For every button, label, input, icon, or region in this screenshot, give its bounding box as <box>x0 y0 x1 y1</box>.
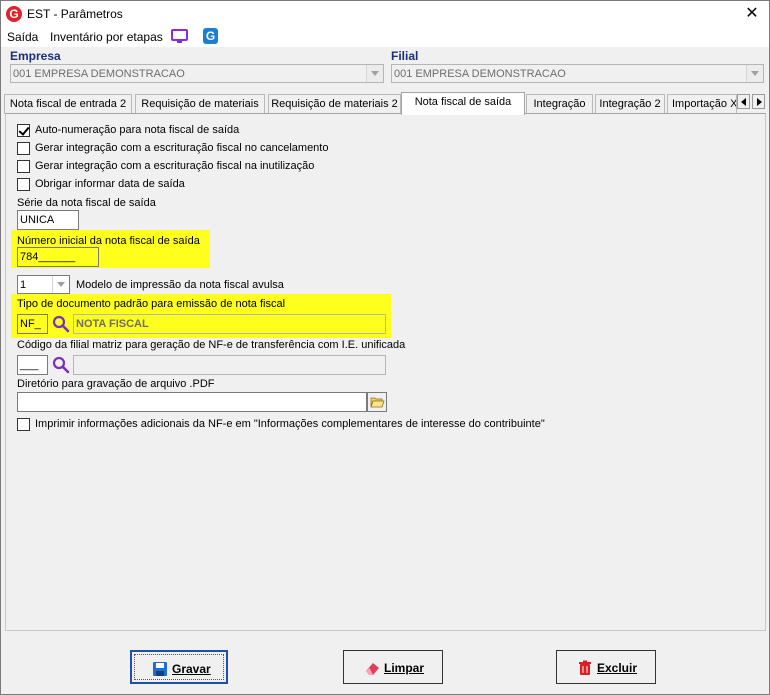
codigo-filial-description <box>73 355 386 375</box>
menu-bar: Saída Inventário por etapas G <box>1 27 769 47</box>
menu-saida[interactable]: Saída <box>7 30 38 44</box>
tab-strip: Nota fiscal de entrada 2 Requisição de m… <box>4 92 767 115</box>
tab-nota-fiscal-entrada-2[interactable]: Nota fiscal de entrada 2 <box>4 94 132 114</box>
tab-content-panel: Auto-numeração para nota fiscal de saída… <box>5 113 766 631</box>
checkbox-label: Gerar integração com a escrituração fisc… <box>35 142 329 154</box>
app-logo-icon: G <box>6 6 22 22</box>
tipo-documento-label: Tipo de documento padrão para emissão de… <box>17 298 286 310</box>
modelo-value: 1 <box>20 279 27 291</box>
checkbox-box[interactable] <box>17 124 30 137</box>
tab-importacao[interactable]: Importação X <box>667 94 737 114</box>
filial-label: Filial <box>391 49 419 63</box>
checkbox-label: Gerar integração com a escrituração fisc… <box>35 160 315 172</box>
main-window: G EST - Parâmetros ✕ Saída Inventário po… <box>0 0 770 695</box>
filial-select[interactable]: 001 EMPRESA DEMONSTRACAO <box>391 64 764 83</box>
title-bar: G EST - Parâmetros ✕ <box>1 1 769 27</box>
checkbox-label: Obrigar informar data de saída <box>35 178 185 190</box>
chevron-down-icon[interactable] <box>52 276 69 293</box>
save-button[interactable]: Gravar <box>130 650 228 684</box>
chevron-down-icon[interactable] <box>746 65 763 82</box>
empresa-value: 001 EMPRESA DEMONSTRACAO <box>13 68 185 80</box>
chevron-down-icon[interactable] <box>366 65 383 82</box>
checkbox-box[interactable] <box>17 178 30 191</box>
checkbox-box[interactable] <box>17 160 30 173</box>
search-icon[interactable] <box>52 356 70 374</box>
window-title: EST - Parâmetros <box>27 7 123 21</box>
g-app-icon[interactable]: G <box>203 28 218 44</box>
diretorio-label: Diretório para gravação de arquivo .PDF <box>17 378 215 390</box>
tab-scroll-right-icon[interactable] <box>752 94 765 109</box>
tipo-documento-description: NOTA FISCAL <box>73 314 386 334</box>
monitor-icon[interactable] <box>171 29 188 44</box>
checkbox-box[interactable] <box>17 142 30 155</box>
codigo-filial-code-input[interactable]: ___ <box>17 355 48 375</box>
checkbox-label: Imprimir informações adicionais da NF-e … <box>35 418 545 430</box>
delete-button[interactable]: Excluir <box>556 650 656 684</box>
empresa-label: Empresa <box>10 49 61 63</box>
tab-nota-fiscal-saida[interactable]: Nota fiscal de saída <box>401 92 525 115</box>
tab-integracao-2[interactable]: Integração 2 <box>595 94 665 114</box>
folder-open-icon <box>370 397 385 408</box>
modelo-select[interactable]: 1 <box>17 275 70 294</box>
empresa-select[interactable]: 001 EMPRESA DEMONSTRACAO <box>10 64 384 83</box>
checkbox-box[interactable] <box>17 418 30 431</box>
serie-label: Série da nota fiscal de saída <box>17 197 156 209</box>
serie-input[interactable]: UNICA <box>17 210 79 230</box>
search-icon[interactable] <box>52 315 70 333</box>
browse-folder-button[interactable] <box>367 392 387 412</box>
menu-inventario-por-etapas[interactable]: Inventário por etapas <box>50 30 163 44</box>
checkbox-label: Auto-numeração para nota fiscal de saída <box>35 124 240 136</box>
tab-integracao[interactable]: Integração <box>526 94 593 114</box>
diretorio-input[interactable] <box>17 392 367 412</box>
tab-scroll-left-icon[interactable] <box>737 94 750 109</box>
save-button-label: Gravar <box>172 662 211 676</box>
filial-value: 001 EMPRESA DEMONSTRACAO <box>394 68 566 80</box>
eraser-icon <box>366 663 379 675</box>
modelo-label: Modelo de impressão da nota fiscal avuls… <box>76 279 284 291</box>
numero-inicial-input[interactable]: 784______ <box>17 247 99 267</box>
tab-requisicao-materiais-2[interactable]: Requisição de materiais 2 <box>268 94 401 114</box>
close-button[interactable]: ✕ <box>735 1 769 27</box>
floppy-disk-icon <box>153 662 167 676</box>
trash-icon <box>579 660 591 675</box>
delete-button-label: Excluir <box>597 661 638 675</box>
codigo-filial-label: Código da filial matriz para geração de … <box>17 339 406 351</box>
tipo-documento-code-input[interactable]: NF_ <box>17 314 48 334</box>
tab-requisicao-materiais[interactable]: Requisição de materiais <box>135 94 265 114</box>
numero-inicial-label: Número inicial da nota fiscal de saída <box>17 235 200 247</box>
clear-button-label: Limpar <box>384 661 425 675</box>
clear-button[interactable]: Limpar <box>343 650 443 684</box>
